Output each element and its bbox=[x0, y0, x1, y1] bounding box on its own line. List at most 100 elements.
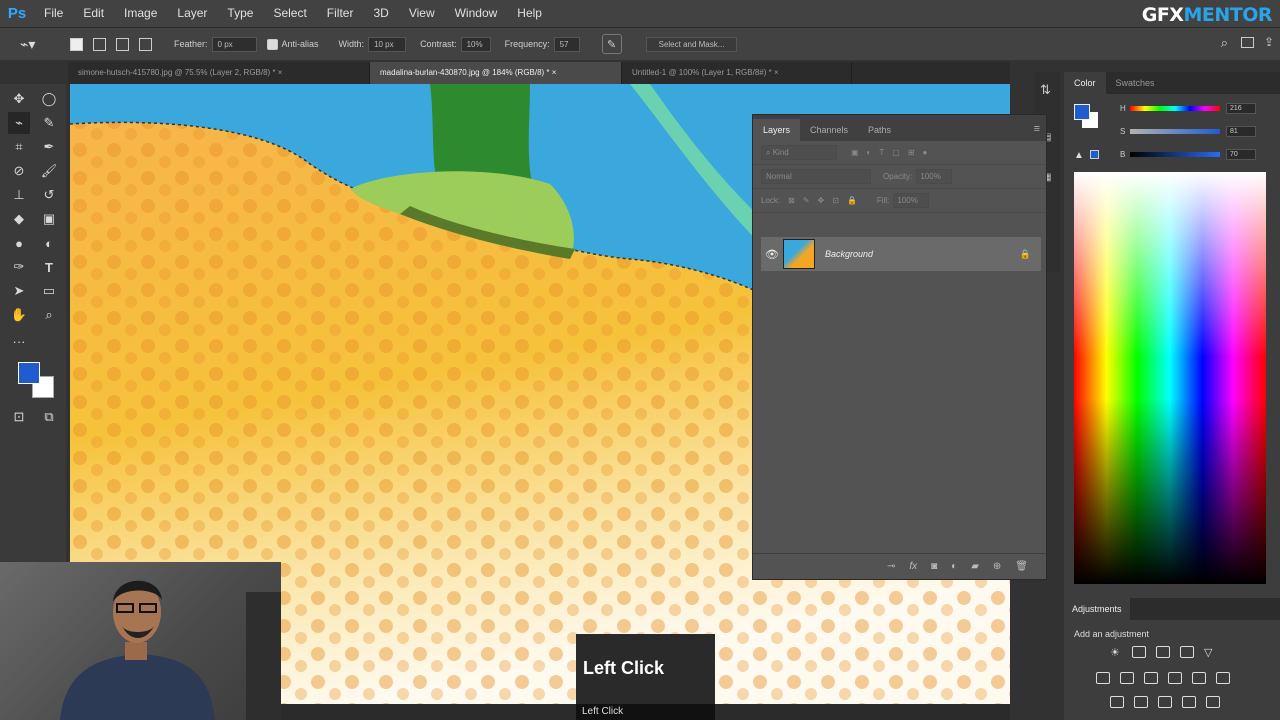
menu-window[interactable]: Window bbox=[445, 0, 508, 27]
antialias-checkbox[interactable] bbox=[266, 38, 278, 50]
hue-sat-adjustment-icon[interactable] bbox=[1096, 672, 1110, 684]
menu-help[interactable]: Help bbox=[507, 0, 552, 27]
pen-tool-icon[interactable]: ✑ bbox=[8, 256, 30, 278]
close-icon[interactable]: × bbox=[552, 68, 557, 77]
blur-tool-icon[interactable]: ● bbox=[8, 232, 30, 254]
menu-type[interactable]: Type bbox=[217, 0, 263, 27]
width-input[interactable]: 10 px bbox=[368, 36, 407, 52]
eyedropper-tool-icon[interactable]: ✒ bbox=[38, 136, 60, 158]
lock-icons[interactable]: ⊠✎✥⊡🔒 bbox=[788, 196, 865, 205]
pen-pressure-icon[interactable]: ✎ bbox=[601, 34, 622, 54]
menu-image[interactable]: Image bbox=[114, 0, 167, 27]
trash-icon[interactable]: 🗑 bbox=[1015, 561, 1028, 572]
tab-paths[interactable]: Paths bbox=[858, 119, 901, 141]
feather-input[interactable]: 0 px bbox=[211, 36, 257, 52]
path-select-tool-icon[interactable]: ➤ bbox=[8, 280, 30, 302]
opacity-input[interactable]: 100% bbox=[916, 169, 953, 184]
tab-swatches[interactable]: Swatches bbox=[1106, 72, 1165, 94]
mask-icon[interactable]: ◙ bbox=[931, 561, 937, 572]
exposure-adjustment-icon[interactable] bbox=[1180, 646, 1194, 658]
menu-3d[interactable]: 3D bbox=[363, 0, 398, 27]
threshold-adjustment-icon[interactable] bbox=[1158, 696, 1172, 708]
saturation-input[interactable]: 81 bbox=[1226, 125, 1256, 137]
tab-adjustments[interactable]: Adjustments bbox=[1064, 598, 1130, 620]
tab-doc-2[interactable]: madalina-burlan-430870.jpg @ 184% (RGB/8… bbox=[370, 62, 622, 84]
new-layer-icon[interactable]: ⊕ bbox=[993, 561, 1001, 572]
panel-menu-icon[interactable]: ≡ bbox=[1034, 123, 1040, 135]
link-icon[interactable]: ⊸ bbox=[887, 561, 895, 572]
invert-adjustment-icon[interactable] bbox=[1110, 696, 1124, 708]
quick-mask-icon[interactable]: ⊡ bbox=[8, 406, 30, 428]
marquee-tool-icon[interactable]: ◯ bbox=[38, 88, 60, 110]
shape-tool-icon[interactable]: ▭ bbox=[38, 280, 60, 302]
history-panel-icon[interactable]: ⇅ bbox=[1040, 82, 1051, 98]
layer-row-background[interactable]: 👁 Background 🔒 bbox=[761, 237, 1041, 271]
color-spectrum[interactable] bbox=[1074, 172, 1266, 584]
fx-icon[interactable]: fx bbox=[909, 561, 917, 572]
close-icon[interactable]: × bbox=[774, 68, 779, 77]
hue-input[interactable]: 216 bbox=[1226, 102, 1256, 114]
color-balance-adjustment-icon[interactable] bbox=[1120, 672, 1134, 684]
vibrance-adjustment-icon[interactable]: ▽ bbox=[1204, 646, 1218, 659]
adjustment-icon[interactable]: ◐ bbox=[951, 561, 957, 572]
filter-icons[interactable]: ▣◐T▢⊞● bbox=[851, 148, 935, 157]
photo-filter-adjustment-icon[interactable] bbox=[1168, 672, 1182, 684]
new-selection-icon[interactable] bbox=[70, 37, 83, 51]
folder-icon[interactable]: ▰ bbox=[971, 561, 979, 572]
blend-mode-select[interactable]: Normal bbox=[761, 169, 871, 184]
gradient-map-adjustment-icon[interactable] bbox=[1182, 696, 1196, 708]
stamp-tool-icon[interactable]: ⊥ bbox=[8, 184, 30, 206]
frequency-input[interactable]: 57 bbox=[553, 36, 580, 52]
menu-select[interactable]: Select bbox=[263, 0, 316, 27]
channel-mixer-adjustment-icon[interactable] bbox=[1192, 672, 1206, 684]
menu-edit[interactable]: Edit bbox=[73, 0, 114, 27]
black-white-adjustment-icon[interactable] bbox=[1144, 672, 1158, 684]
zoom-tool-icon[interactable]: ⌕ bbox=[38, 304, 60, 326]
tab-color[interactable]: Color bbox=[1064, 72, 1106, 94]
tab-doc-1[interactable]: simone-hutsch-415780.jpg @ 75.5% (Layer … bbox=[68, 62, 370, 84]
tab-channels[interactable]: Channels bbox=[800, 119, 858, 141]
quick-select-tool-icon[interactable]: ✎ bbox=[38, 112, 60, 134]
brightness-adjustment-icon[interactable]: ☀ bbox=[1110, 646, 1124, 659]
color-lookup-adjustment-icon[interactable] bbox=[1216, 672, 1230, 684]
hand-tool-icon[interactable]: ✋ bbox=[8, 304, 30, 326]
kind-filter-select[interactable]: ⌕ Kind bbox=[761, 145, 837, 160]
move-tool-icon[interactable]: ✥ bbox=[8, 88, 30, 110]
levels-adjustment-icon[interactable] bbox=[1132, 646, 1146, 658]
intersect-selection-icon[interactable] bbox=[139, 37, 152, 51]
hue-slider[interactable] bbox=[1130, 105, 1220, 111]
crop-tool-icon[interactable]: ⌗ bbox=[8, 136, 30, 158]
gradient-tool-icon[interactable]: ▣ bbox=[38, 208, 60, 230]
tab-doc-3[interactable]: Untitled-1 @ 100% (Layer 1, RGB/8#) * × bbox=[622, 62, 852, 84]
select-and-mask-button[interactable]: Select and Mask... bbox=[645, 36, 738, 52]
visibility-eye-icon[interactable]: 👁 bbox=[761, 248, 783, 261]
menu-view[interactable]: View bbox=[399, 0, 445, 27]
lasso-tool-icon[interactable]: ⌁ bbox=[8, 112, 30, 134]
history-brush-icon[interactable]: ↺ bbox=[38, 184, 60, 206]
screen-mode-icon[interactable]: ⧉ bbox=[38, 406, 60, 428]
color-fg-swatch[interactable] bbox=[1074, 104, 1090, 120]
share-icon[interactable]: ⇪ bbox=[1264, 35, 1274, 49]
menu-layer[interactable]: Layer bbox=[167, 0, 217, 27]
add-selection-icon[interactable] bbox=[93, 37, 106, 51]
brightness-slider[interactable] bbox=[1130, 151, 1220, 157]
more-tools-icon[interactable]: ··· bbox=[8, 330, 30, 352]
foreground-color-swatch[interactable] bbox=[18, 362, 40, 384]
close-icon[interactable]: × bbox=[278, 68, 283, 77]
curves-adjustment-icon[interactable] bbox=[1156, 646, 1170, 658]
workspace-icon[interactable] bbox=[1241, 37, 1254, 48]
tab-layers[interactable]: Layers bbox=[753, 119, 801, 141]
posterize-adjustment-icon[interactable] bbox=[1134, 696, 1148, 708]
menu-file[interactable]: File bbox=[34, 0, 73, 27]
magnetic-lasso-tool-icon[interactable]: ⌁▾ bbox=[20, 36, 42, 53]
contrast-input[interactable]: 10% bbox=[460, 36, 491, 52]
search-icon[interactable]: ⌕ bbox=[1221, 35, 1228, 51]
brush-tool-icon[interactable]: 🖌 bbox=[38, 160, 60, 182]
saturation-slider[interactable] bbox=[1130, 128, 1220, 134]
fill-input[interactable]: 100% bbox=[893, 193, 930, 208]
dodge-tool-icon[interactable]: ◐ bbox=[38, 232, 60, 254]
brightness-input[interactable]: 70 bbox=[1226, 148, 1256, 160]
layer-name[interactable]: Background bbox=[825, 249, 873, 259]
type-tool-icon[interactable]: T bbox=[38, 256, 60, 278]
menu-filter[interactable]: Filter bbox=[317, 0, 364, 27]
